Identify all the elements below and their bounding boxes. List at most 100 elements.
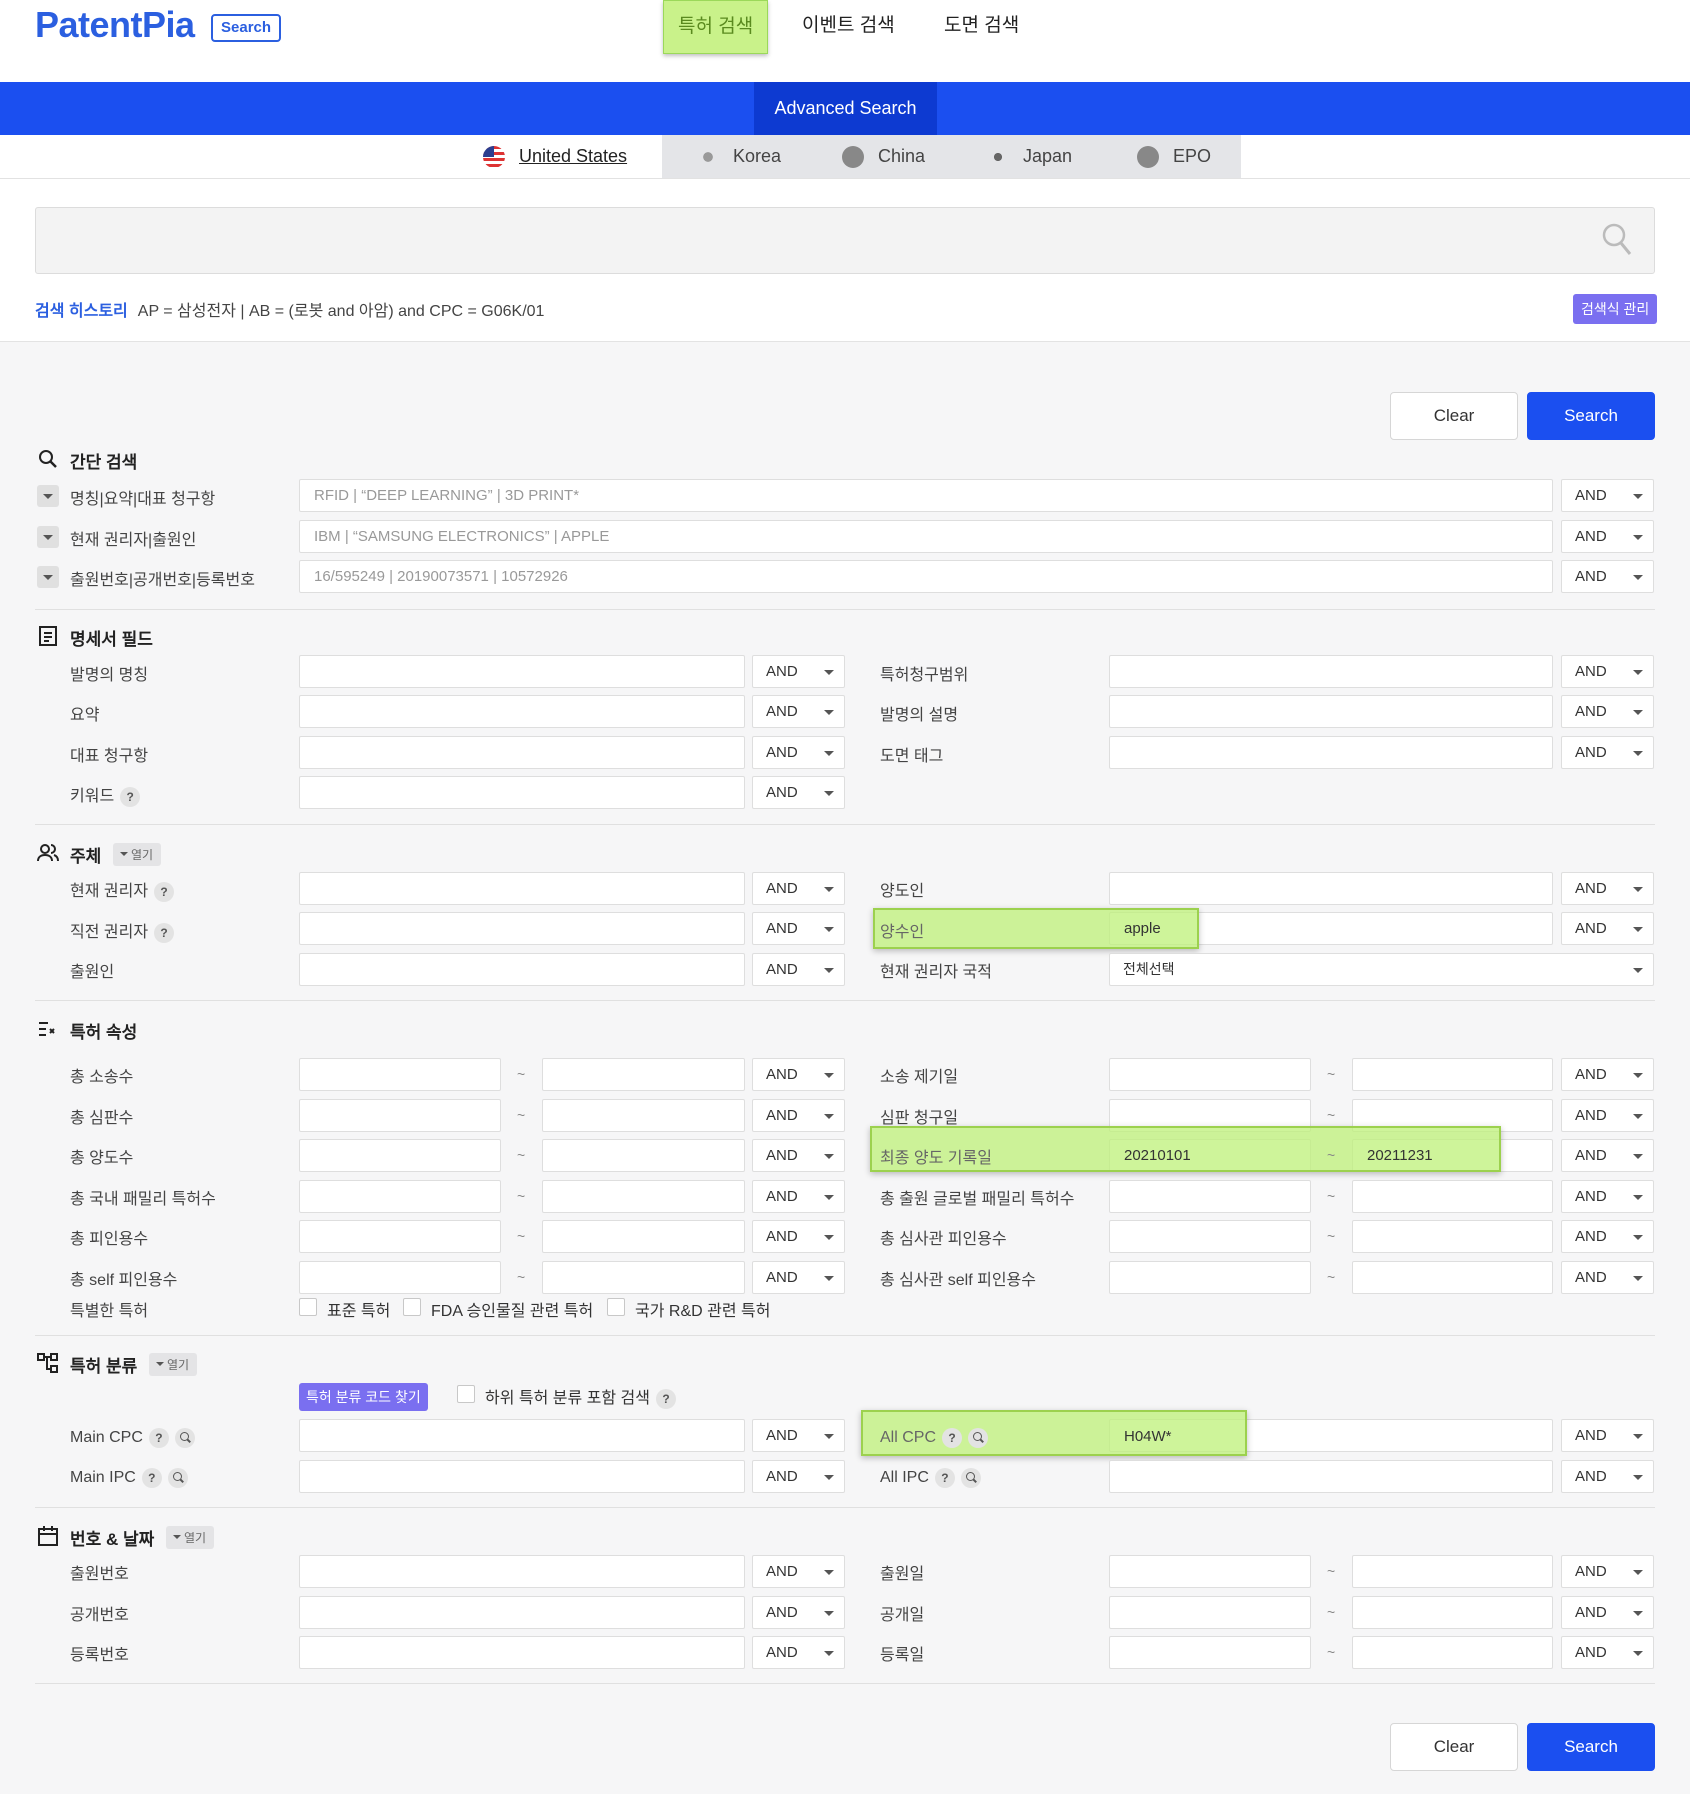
operator-select[interactable]: AND <box>1561 1139 1654 1172</box>
range-to-input[interactable] <box>542 1261 745 1294</box>
operator-select[interactable]: AND <box>1561 1180 1654 1213</box>
abstract-input[interactable] <box>299 695 745 728</box>
operator-select[interactable]: AND <box>1561 1261 1654 1294</box>
range-from-input[interactable] <box>299 1058 501 1091</box>
rnd-patent-checkbox[interactable] <box>607 1298 625 1316</box>
number-input[interactable] <box>299 1636 745 1669</box>
help-icon[interactable]: ? <box>141 1468 162 1488</box>
range-from-input[interactable] <box>1109 1220 1311 1253</box>
tab-united-states[interactable]: United States <box>483 135 627 178</box>
operator-select[interactable]: AND <box>1561 912 1654 945</box>
nav-drawing-search[interactable]: 도면 검색 <box>930 0 1033 52</box>
operator-select[interactable]: AND <box>1561 1099 1654 1132</box>
history-label[interactable]: 검색 히스토리 <box>35 303 128 320</box>
magnifier-icon[interactable] <box>960 1468 981 1488</box>
help-icon[interactable]: ? <box>934 1468 955 1488</box>
magnifier-icon[interactable] <box>167 1468 188 1488</box>
operator-select[interactable]: AND <box>752 1099 845 1132</box>
operator-select[interactable]: AND <box>1561 520 1654 553</box>
help-icon[interactable]: ? <box>154 881 175 902</box>
number-input[interactable] <box>299 1596 745 1629</box>
range-to-input[interactable] <box>542 1058 745 1091</box>
operator-select[interactable]: AND <box>752 1058 845 1091</box>
range-from-input[interactable] <box>1109 1261 1311 1294</box>
operator-select[interactable]: AND <box>1561 479 1654 512</box>
range-from-input[interactable] <box>1109 1058 1311 1091</box>
operator-select[interactable]: AND <box>1561 695 1654 728</box>
operator-select[interactable]: AND <box>752 736 845 769</box>
date-to-input[interactable] <box>1352 1555 1553 1588</box>
nav-event-search[interactable]: 이벤트 검색 <box>788 0 909 52</box>
manage-query-button[interactable]: 검색식 관리 <box>1573 294 1658 324</box>
range-from-input[interactable] <box>1109 1180 1311 1213</box>
operator-select[interactable]: AND <box>1561 1419 1654 1452</box>
keyword-input[interactable] <box>299 776 745 809</box>
range-from-input[interactable] <box>299 1139 501 1172</box>
operator-select[interactable]: AND <box>752 912 845 945</box>
operator-select[interactable]: AND <box>752 1139 845 1172</box>
assignee-input[interactable]: apple <box>1124 920 1161 937</box>
chevron-down-icon[interactable] <box>37 485 59 507</box>
operator-select[interactable]: AND <box>1561 655 1654 688</box>
search-input[interactable] <box>35 207 1655 274</box>
range-to-input[interactable] <box>1352 1058 1553 1091</box>
nav-patent-search[interactable]: 특허 검색 <box>663 0 769 54</box>
description-input[interactable] <box>1109 695 1553 728</box>
operator-select[interactable]: AND <box>752 655 845 688</box>
all-cpc-input[interactable]: H04W* <box>1124 1428 1172 1445</box>
operator-select[interactable]: AND <box>752 1220 845 1253</box>
help-icon[interactable]: ? <box>120 786 141 807</box>
clear-button[interactable]: Clear <box>1390 392 1518 440</box>
range-to-input[interactable] <box>1352 1220 1553 1253</box>
help-icon[interactable]: ? <box>148 1428 169 1448</box>
operator-select[interactable]: AND <box>752 872 845 905</box>
help-icon[interactable]: ? <box>942 1428 963 1448</box>
main-ipc-input[interactable] <box>299 1460 745 1493</box>
find-code-button[interactable]: 특허 분류 코드 찾기 <box>299 1383 428 1411</box>
tab-china[interactable]: China <box>842 135 925 178</box>
expand-toggle[interactable]: 열기 <box>113 843 162 866</box>
number-input[interactable]: 16/595249 | 20190073571 | 10572926 <box>299 560 1553 593</box>
standard-patent-checkbox[interactable] <box>299 1298 317 1316</box>
range-to-input[interactable] <box>542 1099 745 1132</box>
date-from-input[interactable] <box>1109 1636 1311 1669</box>
range-from-input[interactable] <box>299 1180 501 1213</box>
range-to-input[interactable] <box>542 1220 745 1253</box>
operator-select[interactable]: AND <box>1561 872 1654 905</box>
operator-select[interactable]: AND <box>752 1596 845 1629</box>
logo[interactable]: PatentPia <box>35 4 195 46</box>
advanced-search-tab[interactable]: Advanced Search <box>754 82 937 135</box>
operator-select[interactable]: AND <box>752 1636 845 1669</box>
owner-applicant-input[interactable]: IBM | “SAMSUNG ELECTRONICS” | APPLE <box>299 520 1553 553</box>
history-text[interactable]: AP = 삼성전자 | AB = (로봇 and 아암) and CPC = G… <box>138 303 545 320</box>
operator-select[interactable]: AND <box>1561 1636 1654 1669</box>
range-from-input[interactable] <box>299 1099 501 1132</box>
operator-select[interactable]: AND <box>752 1419 845 1452</box>
operator-select[interactable]: AND <box>1561 1596 1654 1629</box>
number-input[interactable] <box>299 1555 745 1588</box>
tab-japan[interactable]: Japan <box>987 135 1072 178</box>
clear-button[interactable]: Clear <box>1390 1723 1518 1771</box>
current-owner-input[interactable] <box>299 872 745 905</box>
date-from-input[interactable] <box>1109 1555 1311 1588</box>
main-cpc-input[interactable] <box>299 1419 745 1452</box>
operator-select[interactable]: AND <box>752 1460 845 1493</box>
invention-title-input[interactable] <box>299 655 745 688</box>
search-icon[interactable] <box>1602 223 1632 257</box>
operator-select[interactable]: AND <box>1561 736 1654 769</box>
previous-owner-input[interactable] <box>299 912 745 945</box>
help-icon[interactable]: ? <box>655 1388 676 1409</box>
operator-select[interactable]: AND <box>752 695 845 728</box>
range-to-input[interactable] <box>542 1180 745 1213</box>
search-button[interactable]: Search <box>1527 392 1655 440</box>
expand-toggle[interactable]: 열기 <box>166 1526 215 1549</box>
range-from-input[interactable] <box>299 1261 501 1294</box>
transfer-date-from-input[interactable]: 20210101 <box>1124 1147 1191 1164</box>
magnifier-icon[interactable] <box>968 1428 989 1448</box>
nationality-select[interactable]: 전체선택 <box>1109 953 1654 986</box>
operator-select[interactable]: AND <box>1561 560 1654 593</box>
operator-select[interactable]: AND <box>752 953 845 986</box>
claims-input[interactable] <box>1109 655 1553 688</box>
operator-select[interactable]: AND <box>1561 1220 1654 1253</box>
claim-input[interactable] <box>299 736 745 769</box>
